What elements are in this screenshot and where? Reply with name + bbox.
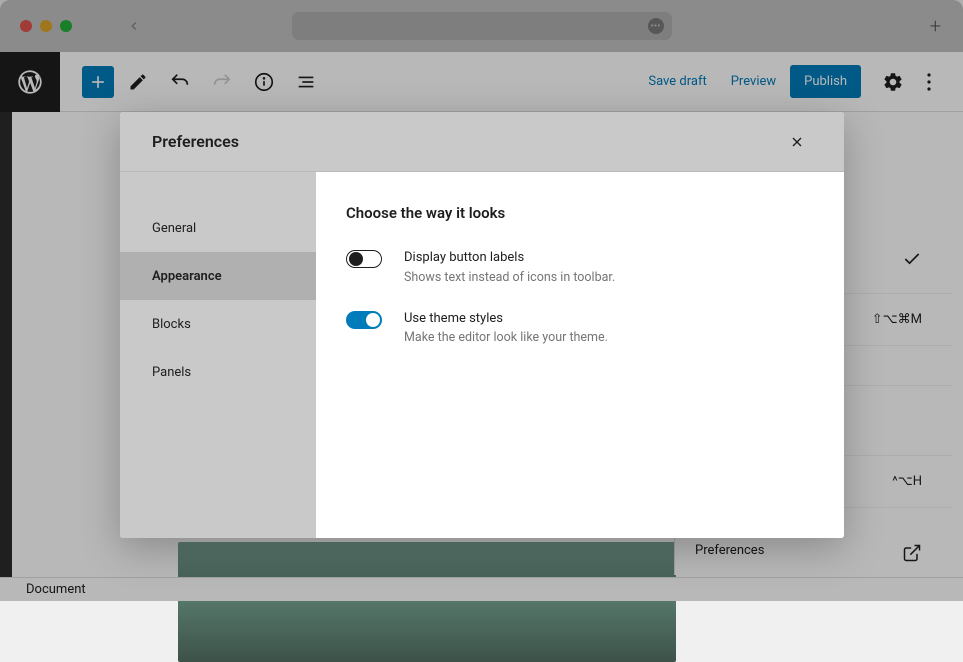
setting-use-theme-styles: Use theme styles Make the editor look li… xyxy=(346,309,814,346)
nav-item-appearance[interactable]: Appearance xyxy=(120,252,316,300)
close-icon xyxy=(789,134,805,150)
modal-close-button[interactable] xyxy=(782,127,812,157)
setting-display-button-labels: Display button labels Shows text instead… xyxy=(346,248,814,285)
modal-content: Choose the way it looks Display button l… xyxy=(316,172,844,538)
nav-item-general[interactable]: General xyxy=(120,204,316,252)
nav-item-blocks[interactable]: Blocks xyxy=(120,300,316,348)
toggle-use-theme-styles[interactable] xyxy=(346,311,382,329)
setting-description: Shows text instead of icons in toolbar. xyxy=(404,270,615,285)
toggle-display-button-labels[interactable] xyxy=(346,250,382,268)
setting-description: Make the editor look like your theme. xyxy=(404,330,608,345)
section-title: Choose the way it looks xyxy=(346,204,814,222)
modal-header: Preferences xyxy=(120,112,844,172)
modal-title: Preferences xyxy=(152,132,239,151)
nav-item-panels[interactable]: Panels xyxy=(120,348,316,396)
setting-label: Use theme styles xyxy=(404,309,608,329)
preferences-modal: Preferences General Appearance Blocks Pa… xyxy=(120,112,844,538)
modal-nav-sidebar: General Appearance Blocks Panels xyxy=(120,172,316,538)
setting-label: Display button labels xyxy=(404,248,615,268)
modal-backdrop-titlebar xyxy=(0,0,963,52)
